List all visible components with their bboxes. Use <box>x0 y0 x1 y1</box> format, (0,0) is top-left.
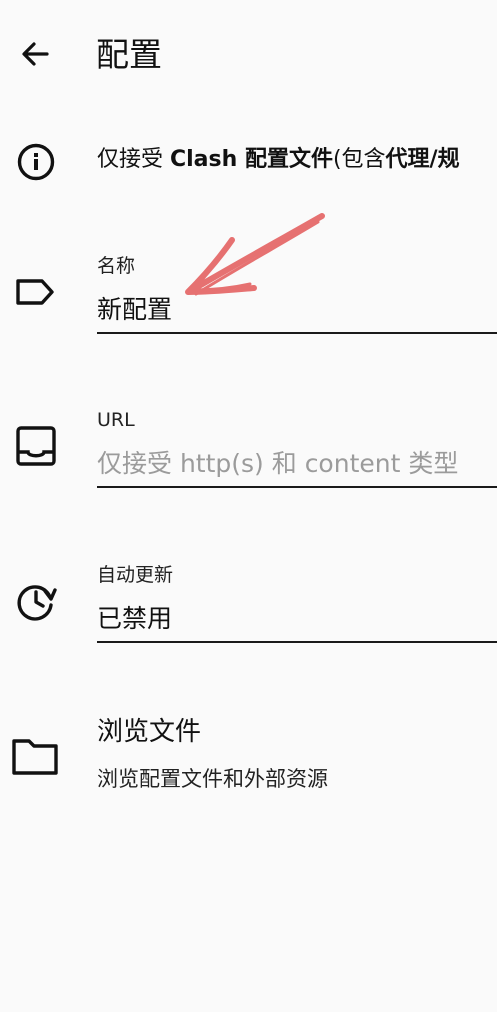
profile-config-page: 配置 仅接受 Clash 配置文件(包含代理/规 名称 新配置 URL 仅接受 … <box>0 0 497 1012</box>
info-text: 仅接受 Clash 配置文件(包含代理/规 <box>97 144 497 176</box>
info-circle-icon <box>17 143 55 181</box>
arrow-left-icon <box>22 42 49 66</box>
url-field-label: URL <box>97 409 135 431</box>
auto-update-field[interactable]: 已禁用 <box>97 601 497 643</box>
url-field-row: URL 仅接受 http(s) 和 content 类型 <box>0 402 497 492</box>
browse-files-item[interactable]: 浏览文件 浏览配置文件和外部资源 <box>0 700 497 810</box>
info-banner: 仅接受 Clash 配置文件(包含代理/规 <box>0 130 497 190</box>
label-tag-icon <box>16 279 54 305</box>
app-bar: 配置 <box>0 0 497 112</box>
history-clock-icon <box>17 585 57 621</box>
name-field-label: 名称 <box>97 255 136 277</box>
name-field-row: 名称 新配置 <box>0 248 497 338</box>
auto-update-field-row: 自动更新 已禁用 <box>0 557 497 647</box>
name-field[interactable]: 新配置 <box>97 292 497 334</box>
info-text-mid: (包含 <box>332 147 386 172</box>
browse-files-subtitle: 浏览配置文件和外部资源 <box>97 767 328 791</box>
page-title: 配置 <box>96 35 162 74</box>
info-text-bold-config: Clash 配置文件 <box>170 147 333 172</box>
info-text-prefix: 仅接受 <box>97 147 170 172</box>
auto-update-field-label: 自动更新 <box>97 564 174 586</box>
back-button[interactable] <box>14 34 58 74</box>
inbox-tray-icon <box>16 426 56 466</box>
url-field[interactable]: 仅接受 http(s) 和 content 类型 <box>97 446 497 488</box>
browse-files-title: 浏览文件 <box>97 717 202 747</box>
info-text-bold-proxy: 代理/规 <box>385 147 460 172</box>
folder-icon <box>12 739 58 775</box>
